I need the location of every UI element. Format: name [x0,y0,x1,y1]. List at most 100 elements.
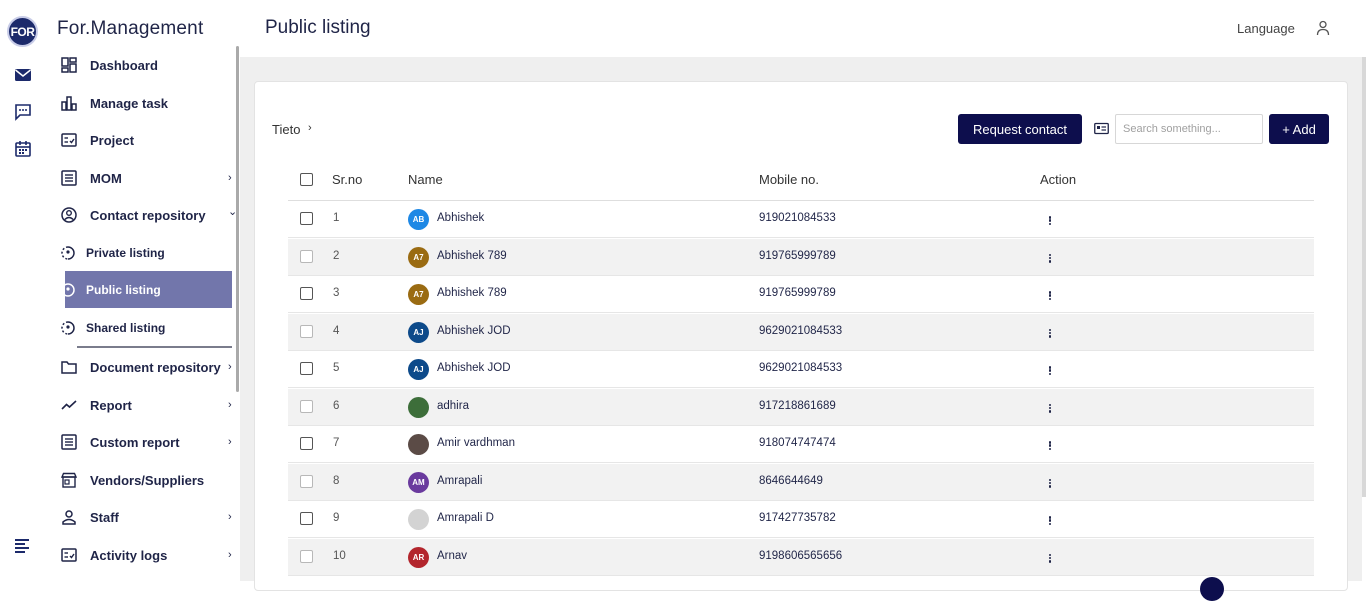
chevron-right-icon: › [228,436,232,448]
row-name[interactable]: Amrapali D [437,512,494,524]
select-all-checkbox[interactable] [300,173,313,186]
row-name[interactable]: Abhishek JOD [437,362,511,374]
more-options-icon[interactable] [1047,366,1053,375]
row-name[interactable]: Amrapali [437,475,482,487]
kebab-dot [1048,522,1052,525]
row-name[interactable]: Abhishek 789 [437,287,507,299]
row-mobile: 917218861689 [759,399,836,412]
app-title: For.Management [57,18,204,39]
user-icon[interactable] [1316,20,1330,36]
more-options-icon[interactable] [1047,216,1053,225]
more-options-icon[interactable] [1047,253,1053,263]
half-circle-icon [61,282,75,297]
table-row[interactable]: 4 AJ Abhishek JOD 9629021084533 [288,313,1314,351]
sidebar-item-project[interactable]: Project [46,122,236,158]
row-checkbox[interactable] [300,399,313,413]
sidebar-item-dashboard[interactable]: Dashboard [46,47,236,83]
row-checkbox[interactable] [300,287,313,300]
row-mobile: 9198606565656 [759,549,843,562]
more-options-icon[interactable] [1047,328,1053,338]
chat-icon[interactable] [14,103,32,121]
avatar: AJ [408,359,429,380]
kebab-dot [1048,366,1052,369]
sidebar-item-report[interactable]: Report › [46,387,236,423]
sidebar-item-mom[interactable]: MOM › [46,160,236,196]
request-contact-button[interactable]: Request contact [958,114,1082,144]
row-srno: 8 [333,474,340,487]
kebab-dot [1048,291,1052,294]
sidebar-item-vendors-suppliers[interactable]: Vendors/Suppliers [46,462,236,498]
custom-report-icon [61,434,77,450]
row-mobile: 919021084533 [759,212,836,224]
row-name[interactable]: Abhishek [437,212,484,224]
row-checkbox[interactable] [300,324,313,338]
contact-card-icon[interactable] [1094,122,1109,135]
mail-icon[interactable] [14,66,32,84]
chevron-right-icon: › [228,399,232,411]
row-srno: 4 [333,324,340,337]
row-checkbox[interactable] [300,212,313,225]
page-scrollbar[interactable] [1362,57,1366,497]
project-icon [61,133,77,147]
breadcrumb[interactable]: Tieto [272,122,300,137]
kebab-dot [1048,328,1052,331]
sidebar-subitem-private-listing[interactable]: Private listing [61,234,232,271]
sidebar-item-custom-report[interactable]: Custom report › [46,424,236,460]
row-checkbox[interactable] [300,362,313,375]
table-row[interactable]: 5 AJ Abhishek JOD 9629021084533 [288,351,1314,388]
row-name[interactable]: adhira [437,400,469,412]
logo[interactable]: FOR [7,16,38,47]
kebab-dot [1048,485,1052,488]
more-options-icon[interactable] [1047,291,1053,300]
table-row[interactable]: 6 adhira 917218861689 [288,388,1314,426]
row-checkbox[interactable] [300,512,313,525]
table-row[interactable]: 7 Amir vardhman 918074747474 [288,426,1314,463]
row-mobile: 919765999789 [759,249,836,262]
add-button[interactable]: + Add [1269,114,1329,144]
sidebar-item-contact-repository[interactable]: Contact repository ⌄ [46,197,237,233]
table-row[interactable]: 10 AR Arnav 9198606565656 [288,538,1314,576]
row-mobile: 9629021084533 [759,324,843,337]
row-checkbox[interactable] [300,437,313,450]
menu-icon[interactable] [14,536,32,554]
row-checkbox[interactable] [300,249,313,263]
list-icon [61,170,77,186]
folder-icon [61,361,77,374]
chevron-right-icon: › [228,172,232,184]
table-row[interactable]: 1 AB Abhishek 919021084533 [288,201,1314,238]
sidebar-item-staff[interactable]: Staff › [46,499,236,535]
row-name[interactable]: Amir vardhman [437,437,515,449]
chevron-right-icon: › [308,122,312,134]
row-checkbox[interactable] [300,549,313,563]
trend-icon [61,400,77,410]
sidebar-item-manage-task[interactable]: Manage task [46,85,236,121]
more-options-icon[interactable] [1047,478,1053,488]
row-name[interactable]: Abhishek 789 [437,250,507,262]
table-row[interactable]: 2 A7 Abhishek 789 919765999789 [288,238,1314,276]
row-srno: 3 [333,287,340,299]
kebab-dot [1048,222,1052,225]
search-input[interactable] [1115,114,1263,144]
language-selector[interactable]: Language [1237,21,1295,36]
more-options-icon[interactable] [1047,516,1053,525]
more-options-icon[interactable] [1047,553,1053,563]
sidebar-subitem-shared-listing[interactable]: Shared listing [61,309,232,346]
kebab-dot [1048,369,1052,372]
calendar-icon[interactable] [14,140,32,158]
kebab-dot [1048,297,1052,300]
table-row[interactable]: 9 Amrapali D 917427735782 [288,501,1314,538]
sidebar-subitem-public-listing[interactable]: Public listing [61,271,232,308]
table-row[interactable]: 8 AM Amrapali 8646644649 [288,463,1314,501]
kebab-dot [1048,516,1052,519]
table-row[interactable]: 3 A7 Abhishek 789 919765999789 [288,276,1314,313]
row-name[interactable]: Arnav [437,550,467,562]
sidebar-item-document-repository[interactable]: Document repository › [46,349,236,385]
more-options-icon[interactable] [1047,403,1053,413]
sidebar-scrollbar[interactable] [236,46,239,392]
row-checkbox[interactable] [300,474,313,488]
row-srno: 7 [333,437,340,449]
sidebar-item-activity-logs[interactable]: Activity logs › [46,537,236,573]
more-options-icon[interactable] [1047,441,1053,450]
kebab-dot [1048,294,1052,297]
row-name[interactable]: Abhishek JOD [437,325,511,337]
